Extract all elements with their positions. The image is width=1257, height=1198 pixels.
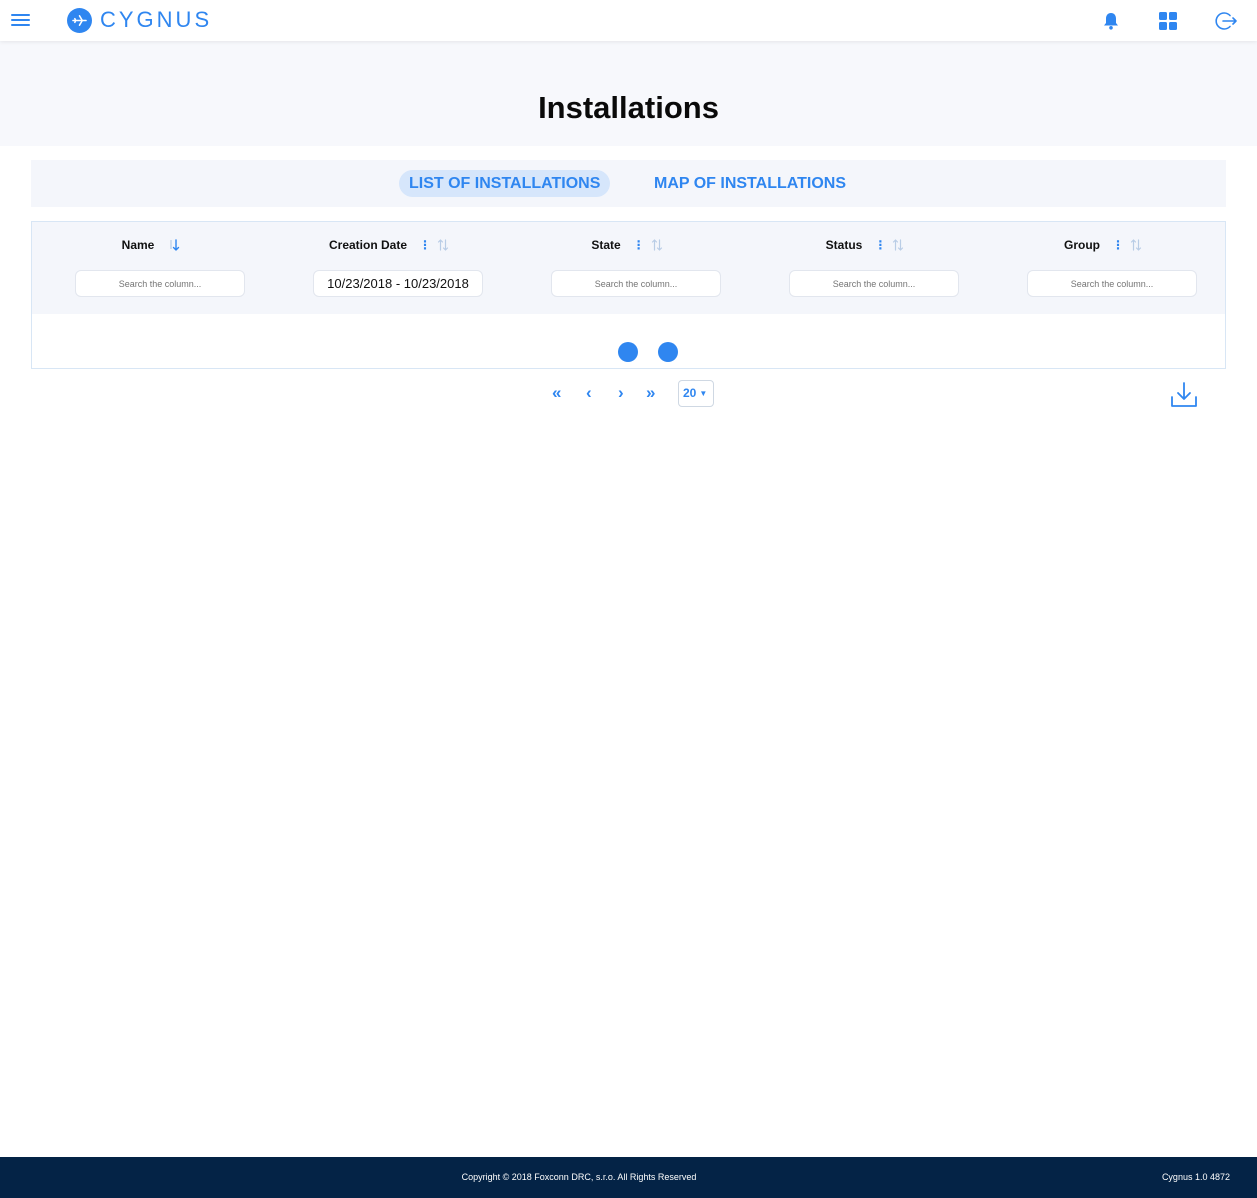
- app-name: CYGNUS: [100, 7, 213, 32]
- hamburger-icon[interactable]: [11, 14, 30, 27]
- last-page-button[interactable]: »: [646, 383, 655, 403]
- sort-icon[interactable]: [1130, 238, 1142, 252]
- loading-dot: [618, 342, 638, 362]
- column-header-label: Name: [121, 238, 155, 252]
- loading-dot: [658, 342, 678, 362]
- column-name: Name: [32, 222, 270, 314]
- top-bar: CYGNUS: [0, 0, 1257, 41]
- column-header-label: Status: [825, 238, 863, 252]
- page-size-select[interactable]: 20 ▼: [678, 380, 714, 407]
- column-menu-icon[interactable]: ⋮: [633, 239, 645, 251]
- footer: Copyright © 2018 Foxconn DRC, s.r.o. All…: [0, 1157, 1257, 1198]
- state-search-input[interactable]: [551, 270, 721, 297]
- view-tabs: LIST OF INSTALLATIONS MAP OF INSTALLATIO…: [31, 160, 1226, 207]
- page-title: Installations: [538, 90, 719, 125]
- app-logo[interactable]: CYGNUS: [67, 7, 212, 33]
- column-header-label: State: [591, 238, 621, 252]
- column-group: Group ⋮: [984, 222, 1222, 314]
- group-search-input[interactable]: [1027, 270, 1197, 297]
- page-header: Installations: [0, 41, 1257, 146]
- version-text: Cygnus 1.0 4872: [1161, 1172, 1230, 1182]
- column-menu-icon[interactable]: ⋮: [1112, 239, 1124, 251]
- plane-icon: [67, 7, 92, 33]
- column-state: State ⋮: [508, 222, 746, 314]
- tab-map-of-installations[interactable]: MAP OF INSTALLATIONS: [644, 170, 856, 197]
- column-menu-icon[interactable]: ⋮: [419, 239, 431, 251]
- sort-icon[interactable]: [437, 238, 449, 252]
- column-status: Status ⋮: [746, 222, 984, 314]
- status-search-input[interactable]: [789, 270, 959, 297]
- grid-icon[interactable]: [1157, 10, 1179, 32]
- name-search-input[interactable]: [75, 270, 245, 297]
- page-size-value: 20: [683, 386, 697, 400]
- column-menu-icon[interactable]: ⋮: [874, 239, 886, 251]
- previous-page-button[interactable]: ‹: [586, 383, 592, 403]
- creation-date-range-input[interactable]: [313, 270, 483, 297]
- column-header-label: Creation Date: [328, 238, 408, 252]
- logout-icon[interactable]: [1215, 10, 1237, 32]
- copyright-text: Copyright © 2018 Foxconn DRC, s.r.o. All…: [461, 1172, 697, 1182]
- tab-list-of-installations[interactable]: LIST OF INSTALLATIONS: [399, 170, 611, 197]
- sort-icon[interactable]: [651, 238, 663, 252]
- column-header-label: Group: [1064, 238, 1100, 252]
- table-header: Name Creation Date ⋮: [32, 222, 1225, 314]
- caret-down-icon: ▼: [699, 389, 708, 398]
- download-icon[interactable]: [1170, 381, 1198, 409]
- first-page-button[interactable]: «: [552, 383, 561, 403]
- next-page-button[interactable]: ›: [618, 383, 624, 403]
- column-creation-date: Creation Date ⋮: [270, 222, 508, 314]
- sort-descending-icon[interactable]: [168, 238, 180, 252]
- installations-table: Name Creation Date ⋮: [31, 221, 1226, 369]
- sort-icon[interactable]: [892, 238, 904, 252]
- bell-icon[interactable]: [1100, 10, 1122, 32]
